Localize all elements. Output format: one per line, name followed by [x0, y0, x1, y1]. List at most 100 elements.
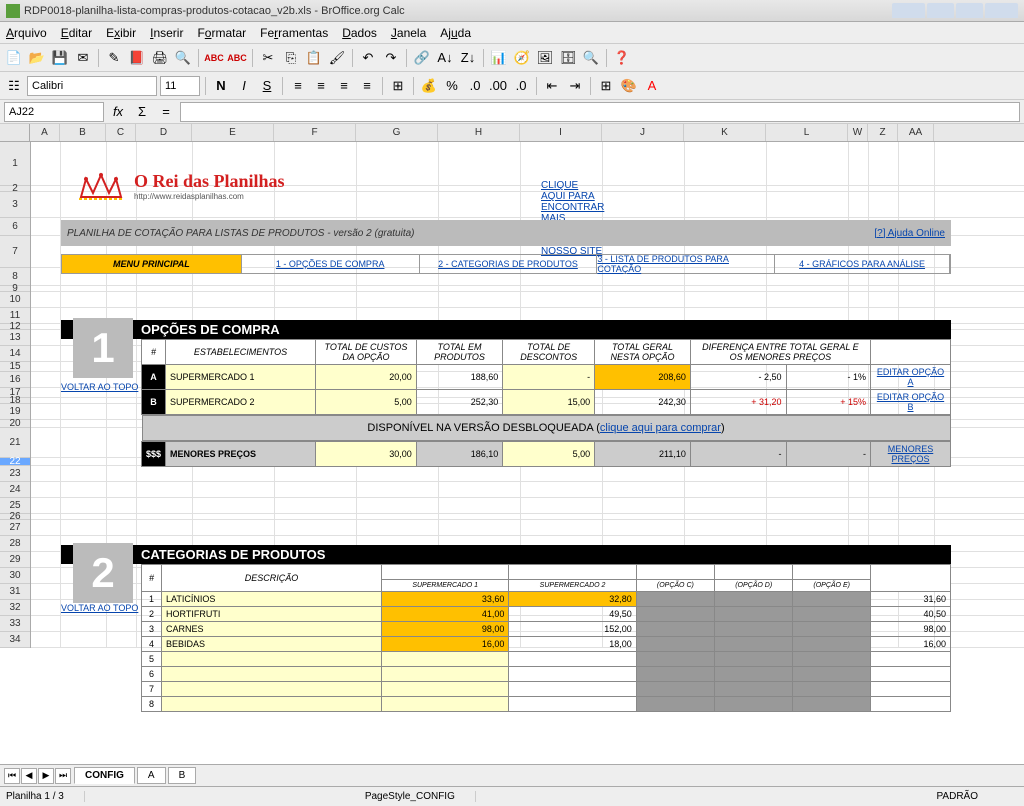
- edit-link[interactable]: EDITAR OPÇÃO B: [871, 390, 951, 415]
- col-header-C[interactable]: C: [106, 124, 136, 141]
- nav-item-2[interactable]: 2 - CATEGORIAS DE PRODUTOS: [420, 255, 598, 273]
- indent-dec-icon[interactable]: ⇤: [542, 76, 562, 96]
- equals-icon[interactable]: =: [156, 102, 176, 122]
- cat-desc[interactable]: HORTIFRUTI: [162, 607, 382, 622]
- col-header-K[interactable]: K: [684, 124, 766, 141]
- row-header-23[interactable]: 23: [0, 466, 30, 482]
- fx-icon[interactable]: fx: [108, 102, 128, 122]
- row-header-20[interactable]: 20: [0, 420, 30, 428]
- footer-link[interactable]: MENORES PREÇOS: [871, 442, 951, 467]
- datasource-icon[interactable]: 🗄: [558, 48, 578, 68]
- row-header-13[interactable]: 13: [0, 330, 30, 346]
- row-header-3[interactable]: 3: [0, 192, 30, 218]
- undo-icon[interactable]: ↶: [358, 48, 378, 68]
- sort-asc-icon[interactable]: A↓: [435, 48, 455, 68]
- align-center-icon[interactable]: ≡: [311, 76, 331, 96]
- row-header-14[interactable]: 14: [0, 346, 30, 362]
- cat-desc[interactable]: [162, 652, 382, 667]
- row-header-10[interactable]: 10: [0, 292, 30, 308]
- dec-inc-icon[interactable]: .00: [488, 76, 508, 96]
- link-icon[interactable]: 🔗: [412, 48, 432, 68]
- open-icon[interactable]: 📂: [27, 48, 47, 68]
- menu-formatar[interactable]: Formatar: [197, 26, 246, 40]
- new-icon[interactable]: 📄: [4, 48, 24, 68]
- bgcolor-icon[interactable]: 🎨: [619, 76, 639, 96]
- menu-ferramentas[interactable]: Ferramentas: [260, 26, 328, 40]
- save-icon[interactable]: 💾: [50, 48, 70, 68]
- row-header-30[interactable]: 30: [0, 568, 30, 584]
- estab-name[interactable]: SUPERMERCADO 1: [166, 365, 316, 390]
- row-header-28[interactable]: 28: [0, 536, 30, 552]
- menu-janela[interactable]: Janela: [391, 26, 426, 40]
- cat-desc[interactable]: [162, 667, 382, 682]
- tab-prev-icon[interactable]: ◀: [21, 768, 37, 784]
- align-left-icon[interactable]: ≡: [288, 76, 308, 96]
- sum-icon[interactable]: Σ: [132, 102, 152, 122]
- italic-icon[interactable]: I: [234, 76, 254, 96]
- tab-first-icon[interactable]: ⏮: [4, 768, 20, 784]
- bg-tab[interactable]: [985, 3, 1018, 18]
- underline-icon[interactable]: S: [257, 76, 277, 96]
- formula-input[interactable]: [180, 102, 1020, 122]
- col-header-Z[interactable]: Z: [868, 124, 898, 141]
- row-header-15[interactable]: 15: [0, 362, 30, 372]
- col-header-A[interactable]: A: [30, 124, 60, 141]
- col-header-D[interactable]: D: [136, 124, 192, 141]
- number-icon[interactable]: .0: [465, 76, 485, 96]
- gallery-icon[interactable]: 🖼: [535, 48, 555, 68]
- tab-next-icon[interactable]: ▶: [38, 768, 54, 784]
- custo[interactable]: 5,00: [316, 390, 417, 415]
- bold-icon[interactable]: N: [211, 76, 231, 96]
- row-header-24[interactable]: 24: [0, 482, 30, 498]
- align-justify-icon[interactable]: ≡: [357, 76, 377, 96]
- redo-icon[interactable]: ↷: [381, 48, 401, 68]
- menu-arquivo[interactable]: Arquivo: [6, 26, 47, 40]
- fontcolor-icon[interactable]: A: [642, 76, 662, 96]
- chart-icon[interactable]: 📊: [489, 48, 509, 68]
- desc[interactable]: -: [503, 365, 595, 390]
- cat-desc[interactable]: BEBIDAS: [162, 637, 382, 652]
- email-icon[interactable]: ✉: [73, 48, 93, 68]
- nav-item-4[interactable]: 4 - GRÁFICOS PARA ANÁLISE: [775, 255, 950, 273]
- col-header-H[interactable]: H: [438, 124, 520, 141]
- row-header-31[interactable]: 31: [0, 584, 30, 600]
- col-header-E[interactable]: E: [192, 124, 274, 141]
- font-name[interactable]: [27, 76, 157, 96]
- menu-editar[interactable]: Editar: [61, 26, 92, 40]
- col-header-J[interactable]: J: [602, 124, 684, 141]
- font-size[interactable]: [160, 76, 200, 96]
- sort-desc-icon[interactable]: Z↓: [458, 48, 478, 68]
- nav-icon[interactable]: 🧭: [512, 48, 532, 68]
- help-icon[interactable]: ❓: [612, 48, 632, 68]
- sheet-tab-B[interactable]: B: [168, 767, 197, 784]
- nav-main[interactable]: MENU PRINCIPAL: [62, 255, 242, 273]
- print-icon[interactable]: 🖨: [150, 48, 170, 68]
- help-online-link[interactable]: [?] Ajuda Online: [874, 228, 945, 239]
- cell-reference[interactable]: [4, 102, 104, 122]
- edit-icon[interactable]: ✎: [104, 48, 124, 68]
- col-header-F[interactable]: F: [274, 124, 356, 141]
- cut-icon[interactable]: ✂: [258, 48, 278, 68]
- percent-icon[interactable]: %: [442, 76, 462, 96]
- cat-desc[interactable]: CARNES: [162, 622, 382, 637]
- sheet-tab-CONFIG[interactable]: CONFIG: [74, 767, 135, 784]
- row-header-7[interactable]: 7: [0, 236, 30, 268]
- spreadsheet-grid[interactable]: ABCDEFGHIJKLWZAA 12367891011121314151617…: [0, 124, 1024, 764]
- row-header-22[interactable]: 22: [0, 458, 30, 466]
- row-header-29[interactable]: 29: [0, 552, 30, 568]
- zoom-icon[interactable]: 🔍: [581, 48, 601, 68]
- tab-last-icon[interactable]: ⏭: [55, 768, 71, 784]
- estab-name[interactable]: SUPERMERCADO 2: [166, 390, 316, 415]
- col-header-W[interactable]: W: [848, 124, 868, 141]
- indent-inc-icon[interactable]: ⇥: [565, 76, 585, 96]
- border-icon[interactable]: ⊞: [596, 76, 616, 96]
- align-right-icon[interactable]: ≡: [334, 76, 354, 96]
- copy-icon[interactable]: ⎘: [281, 48, 301, 68]
- cat-desc[interactable]: [162, 682, 382, 697]
- bg-tab[interactable]: [956, 3, 983, 18]
- row-header-6[interactable]: 6: [0, 218, 30, 236]
- col-header-G[interactable]: G: [356, 124, 438, 141]
- col-header-I[interactable]: I: [520, 124, 602, 141]
- select-all-corner[interactable]: [0, 124, 30, 141]
- desc[interactable]: 15,00: [503, 390, 595, 415]
